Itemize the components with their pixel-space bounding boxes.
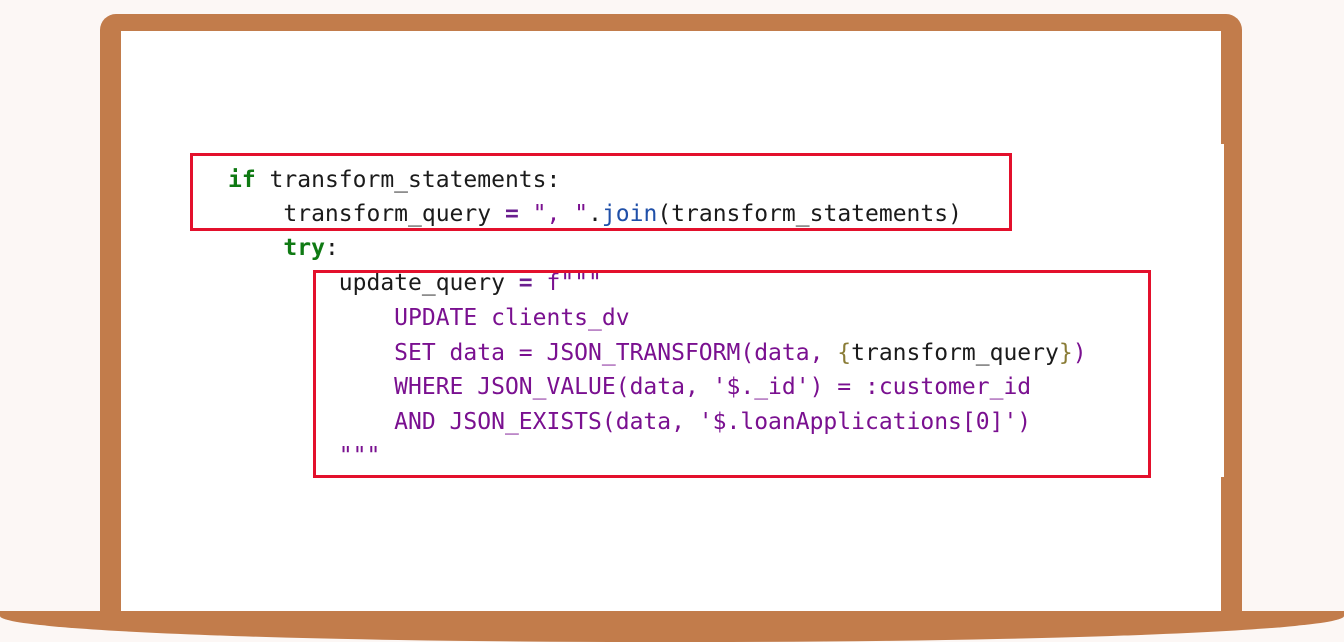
laptop-base (0, 611, 1344, 642)
code-line-6: SET data = JSON_TRANSFORM(data, {transfo… (228, 336, 1087, 370)
sql-set: SET data = JSON_TRANSFORM(data, (394, 340, 838, 366)
if-condition: transform_statements: (255, 167, 561, 193)
variable-transform-query: transform_query (283, 201, 505, 227)
assign-operator: = (504, 201, 519, 227)
sql-and: AND JSON_EXISTS(data, '$.loanApplication… (394, 409, 1032, 435)
code-line-9: """ (228, 439, 381, 473)
keyword-try: try (283, 235, 325, 261)
dot-operator: . (588, 201, 602, 227)
sql-set-close: ) (1072, 340, 1087, 366)
keyword-if: if (228, 167, 256, 193)
sql-where: WHERE JSON_VALUE(data, '$._id') = :custo… (394, 374, 1032, 400)
code-line-5: UPDATE clients_dv (228, 301, 630, 335)
code-line-4: update_query = f""" (228, 266, 602, 300)
code-line-2: transform_query = ", ".join(transform_st… (228, 197, 962, 231)
join-arguments: (transform_statements) (657, 201, 962, 227)
interpolated-variable: transform_query (851, 340, 1059, 366)
sql-update: UPDATE clients_dv (394, 305, 630, 331)
variable-update-query: update_query (338, 270, 519, 296)
assign-operator: = (518, 270, 533, 296)
code-line-3: try: (228, 231, 339, 265)
try-colon: : (324, 235, 339, 261)
join-function: join (601, 201, 658, 227)
code-line-1: if transform_statements: (228, 163, 560, 197)
code-line-7: WHERE JSON_VALUE(data, '$._id') = :custo… (228, 370, 1031, 404)
fstring-open: f""" (532, 270, 602, 296)
code-snippet: if transform_statements: transform_query… (132, 144, 1224, 477)
brace-open: { (837, 340, 852, 366)
brace-close: } (1058, 340, 1073, 366)
separator-string: ", " (518, 201, 589, 227)
code-line-8: AND JSON_EXISTS(data, '$.loanApplication… (228, 405, 1031, 439)
fstring-close: """ (338, 443, 381, 469)
